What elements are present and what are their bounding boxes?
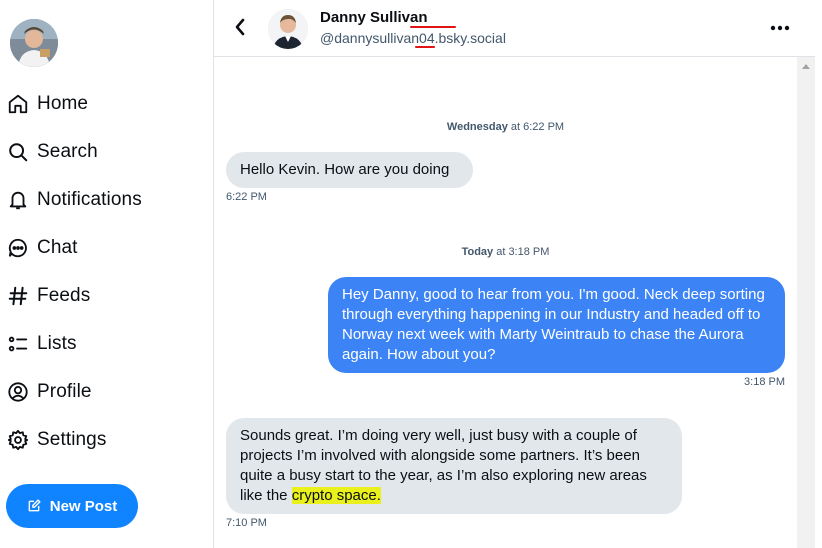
conversation-header: Danny Sullivan @dannysullivan04.bsky.soc…: [214, 0, 815, 57]
scroll-up-arrow[interactable]: [797, 60, 815, 72]
incoming-message[interactable]: Hello Kevin. How are you doing: [226, 152, 473, 188]
sidebar-item-notifications[interactable]: Notifications: [6, 180, 142, 220]
sidebar-item-label: Chat: [37, 237, 78, 258]
date-separator-time: at 3:18 PM: [493, 246, 550, 258]
sidebar-item-label: Profile: [37, 381, 92, 402]
peer-avatar-photo-icon: [268, 9, 308, 49]
peer-name: Danny Sullivan: [320, 9, 428, 26]
peer-handle: @dannysullivan04.bsky.social: [320, 30, 506, 46]
highlighted-text: crypto space.: [291, 487, 381, 504]
message-list[interactable]: Wednesday at 6:22 PM Hello Kevin. How ar…: [214, 57, 797, 548]
hash-icon: [6, 284, 30, 308]
message-text: Hello Kevin. How are you doing: [240, 161, 450, 178]
back-button[interactable]: [230, 16, 250, 38]
red-underline-annotation: [410, 26, 456, 28]
sidebar-item-label: Feeds: [37, 285, 91, 306]
user-circle-icon: [6, 380, 30, 404]
incoming-message[interactable]: Sounds great. I’m doing very well, just …: [226, 418, 682, 514]
sidebar-item-feeds[interactable]: Feeds: [6, 276, 90, 316]
sidebar-item-label: Settings: [37, 429, 107, 450]
compose-icon: [27, 499, 41, 513]
message-timestamp: 6:22 PM: [226, 191, 267, 203]
date-separator-day: Wednesday: [446, 121, 508, 133]
message-text: Hey Danny, good to hear from you. I'm go…: [342, 286, 765, 363]
window-edge: [815, 0, 822, 548]
search-icon: [6, 140, 30, 164]
home-icon: [6, 92, 30, 116]
list-icon: [6, 332, 30, 356]
sidebar-item-home[interactable]: Home: [6, 84, 88, 124]
avatar-photo-icon: [10, 19, 58, 67]
sidebar-item-label: Search: [37, 141, 98, 162]
gear-icon: [6, 428, 30, 452]
sidebar-item-profile[interactable]: Profile: [6, 372, 92, 412]
date-separator: Wednesday at 6:22 PM: [214, 121, 797, 133]
message-timestamp: 3:18 PM: [744, 376, 785, 388]
outgoing-message[interactable]: Hey Danny, good to hear from you. I'm go…: [328, 277, 785, 373]
date-separator: Today at 3:18 PM: [214, 246, 797, 258]
more-options-button[interactable]: [769, 18, 791, 38]
sidebar-item-search[interactable]: Search: [6, 132, 98, 172]
red-underline-annotation: [415, 46, 435, 48]
message-timestamp: 7:10 PM: [226, 517, 267, 529]
scrollbar[interactable]: [797, 57, 815, 548]
peer-avatar[interactable]: [268, 9, 308, 49]
new-post-button[interactable]: New Post: [6, 484, 138, 528]
chat-icon: [6, 236, 30, 260]
chevron-left-icon: [235, 18, 245, 36]
caret-up-icon: [802, 63, 810, 69]
sidebar-item-lists[interactable]: Lists: [6, 324, 77, 364]
avatar[interactable]: [10, 19, 58, 67]
sidebar-item-label: Lists: [37, 333, 77, 354]
sidebar-item-label: Home: [37, 93, 89, 114]
sidebar-item-label: Notifications: [37, 189, 142, 210]
date-separator-time: at 6:22 PM: [507, 121, 565, 133]
bell-icon: [6, 188, 30, 212]
sidebar: Home Search Notifications Chat Feeds Lis…: [0, 0, 213, 548]
sidebar-item-settings[interactable]: Settings: [6, 420, 106, 460]
date-separator-day: Today: [461, 246, 494, 258]
ellipsis-icon: [770, 25, 790, 31]
sidebar-item-chat[interactable]: Chat: [6, 228, 78, 268]
new-post-label: New Post: [49, 497, 118, 515]
